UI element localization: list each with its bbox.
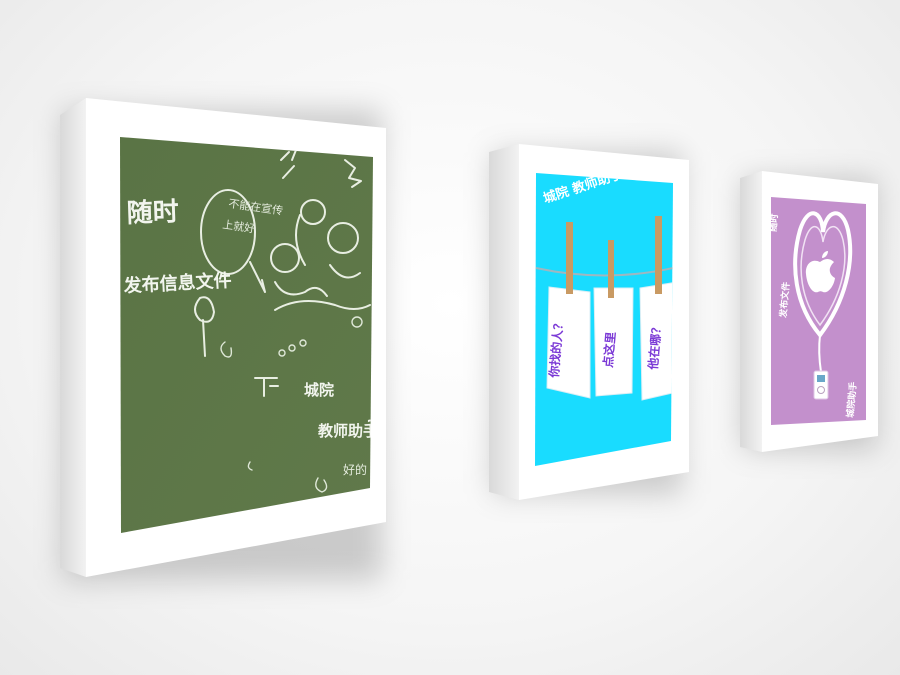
frame-2: 城院 教师助手 你找的人？ 点这里 他在哪？ <box>489 144 689 500</box>
peg-1 <box>566 222 573 294</box>
player-screen <box>817 375 825 382</box>
frame3-side <box>740 171 762 452</box>
peg-3 <box>655 216 662 294</box>
board-heading: 随时 <box>126 196 179 229</box>
frame-1: 不能在宣传 上就好 好的 随时 发布信息文件 城院 教师助手 ? <box>60 98 386 577</box>
card-2-label: 点这里 <box>600 331 618 368</box>
gallery-canvas: 不能在宣传 上就好 好的 随时 发布信息文件 城院 教师助手 ? 城院 教师助手… <box>60 98 878 577</box>
frame-3: 随时 发布文件 城院助手 <box>740 171 878 452</box>
frame1-side <box>60 98 86 577</box>
chalk-scribble-c: 好的 <box>343 462 367 477</box>
peg-2 <box>608 240 614 298</box>
board-line-2: 城院 <box>304 381 334 399</box>
frame2-side <box>489 144 519 500</box>
chalkboard <box>120 137 373 533</box>
